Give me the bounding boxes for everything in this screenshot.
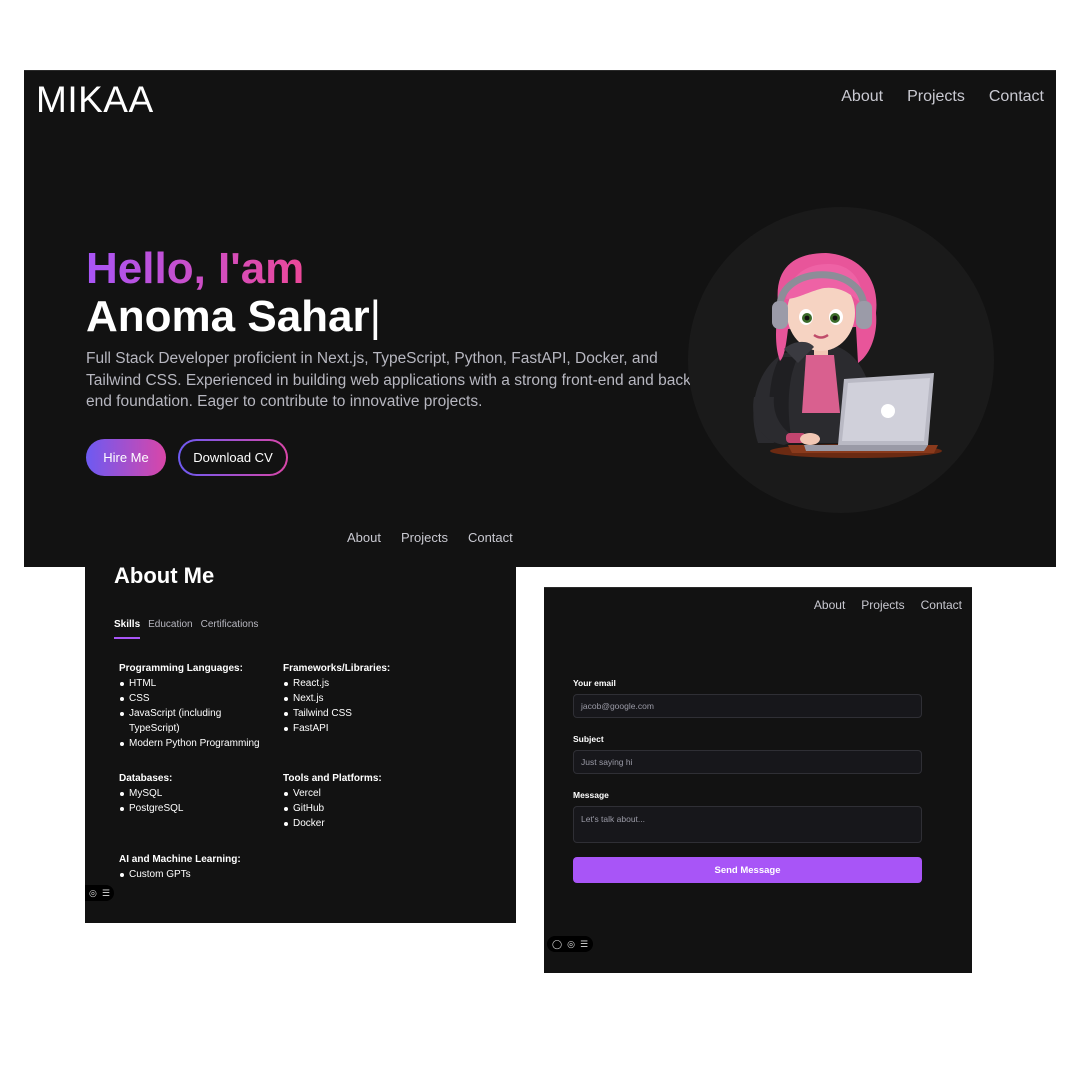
skill-group-title: Databases: bbox=[119, 773, 173, 784]
download-cv-button[interactable]: Download CV bbox=[178, 439, 288, 476]
email-field[interactable]: jacob@google.com bbox=[573, 694, 922, 718]
typing-cursor: | bbox=[369, 292, 382, 341]
avatar-container bbox=[688, 207, 994, 513]
site-logo[interactable]: MIKAA bbox=[36, 79, 154, 121]
message-label: Message bbox=[573, 790, 609, 800]
nav-link-projects[interactable]: Projects bbox=[907, 88, 965, 106]
email-label: Your email bbox=[573, 678, 616, 688]
skill-item: Next.js bbox=[284, 691, 433, 706]
chat-icon[interactable]: ◯ bbox=[552, 939, 562, 949]
skill-item: MySQL bbox=[120, 786, 279, 801]
skill-item: Modern Python Programming bbox=[120, 736, 279, 751]
top-navigation: About Projects Contact bbox=[841, 88, 1044, 106]
hero-description: Full Stack Developer proficient in Next.… bbox=[86, 350, 697, 410]
skill-group-frameworks: Frameworks/Libraries: React.js Next.js T… bbox=[283, 661, 433, 736]
skill-item: FastAPI bbox=[284, 721, 433, 736]
contact-navigation: About Projects Contact bbox=[814, 598, 962, 612]
about-section: About Me Skills Education Certifications… bbox=[85, 563, 516, 923]
tab-education[interactable]: Education bbox=[148, 619, 192, 636]
sliders-icon[interactable]: ☰ bbox=[102, 888, 110, 898]
skill-group-tools: Tools and Platforms: Vercel GitHub Docke… bbox=[283, 771, 433, 831]
contact-floating-toolbar: ◯ ◎ ☰ bbox=[547, 936, 594, 952]
skill-item: Custom GPTs bbox=[120, 867, 299, 882]
eye-icon[interactable]: ◎ bbox=[89, 888, 97, 898]
subnav-link-about[interactable]: About bbox=[347, 530, 381, 545]
skill-group-title: Tools and Platforms: bbox=[283, 773, 382, 784]
hire-me-button[interactable]: Hire Me bbox=[86, 439, 166, 476]
eye-icon[interactable]: ◎ bbox=[567, 939, 575, 949]
contact-section: About Projects Contact Your email jacob@… bbox=[544, 587, 972, 973]
skill-item: CSS bbox=[120, 691, 279, 706]
subnav-link-contact[interactable]: Contact bbox=[468, 530, 513, 545]
skill-group-programming: Programming Languages: HTML CSS JavaScri… bbox=[119, 661, 279, 751]
hero-name-text: Anoma Sahar bbox=[86, 292, 370, 341]
hero-name: Anoma Sahar| bbox=[86, 291, 381, 343]
subject-label: Subject bbox=[573, 734, 604, 744]
download-cv-label: Download CV bbox=[180, 441, 286, 474]
nav-link-about[interactable]: About bbox=[841, 88, 883, 106]
skill-group-title: AI and Machine Learning: bbox=[119, 854, 241, 865]
about-title: About Me bbox=[114, 563, 215, 588]
developer-avatar-icon bbox=[753, 253, 942, 458]
skill-item: PostgreSQL bbox=[120, 801, 279, 816]
skill-group-title: Programming Languages: bbox=[119, 663, 243, 674]
skill-group-databases: Databases: MySQL PostgreSQL bbox=[119, 771, 279, 816]
sliders-icon[interactable]: ☰ bbox=[580, 939, 588, 949]
contact-nav-projects[interactable]: Projects bbox=[861, 598, 904, 612]
skill-item: Vercel bbox=[284, 786, 433, 801]
skill-item: HTML bbox=[120, 676, 279, 691]
skill-item: Tailwind CSS bbox=[284, 706, 433, 721]
skill-item: GitHub bbox=[284, 801, 433, 816]
contact-nav-contact[interactable]: Contact bbox=[921, 598, 962, 612]
subject-field[interactable]: Just saying hi bbox=[573, 750, 922, 774]
subnav-link-projects[interactable]: Projects bbox=[401, 530, 448, 545]
skill-group-ai: AI and Machine Learning: Custom GPTs bbox=[119, 852, 299, 882]
secondary-navigation: About Projects Contact bbox=[347, 530, 513, 545]
hero-greeting: Hello, I'am bbox=[86, 244, 305, 293]
nav-link-contact[interactable]: Contact bbox=[989, 88, 1044, 106]
send-message-button[interactable]: Send Message bbox=[573, 857, 922, 883]
tab-certifications[interactable]: Certifications bbox=[201, 619, 259, 636]
about-tabs: Skills Education Certifications bbox=[114, 619, 259, 639]
skill-item: JavaScript (including TypeScript) bbox=[120, 706, 239, 736]
about-floating-toolbar: ◎ ☰ bbox=[85, 885, 114, 901]
hero-section: MIKAA About Projects Contact Hello, I'am… bbox=[24, 70, 1056, 567]
tab-skills[interactable]: Skills bbox=[114, 619, 141, 639]
message-field[interactable]: Let's talk about... bbox=[573, 806, 922, 843]
skill-group-title: Frameworks/Libraries: bbox=[283, 663, 391, 674]
contact-nav-about[interactable]: About bbox=[814, 598, 845, 612]
skill-item: Docker bbox=[284, 816, 433, 831]
skill-item: React.js bbox=[284, 676, 433, 691]
